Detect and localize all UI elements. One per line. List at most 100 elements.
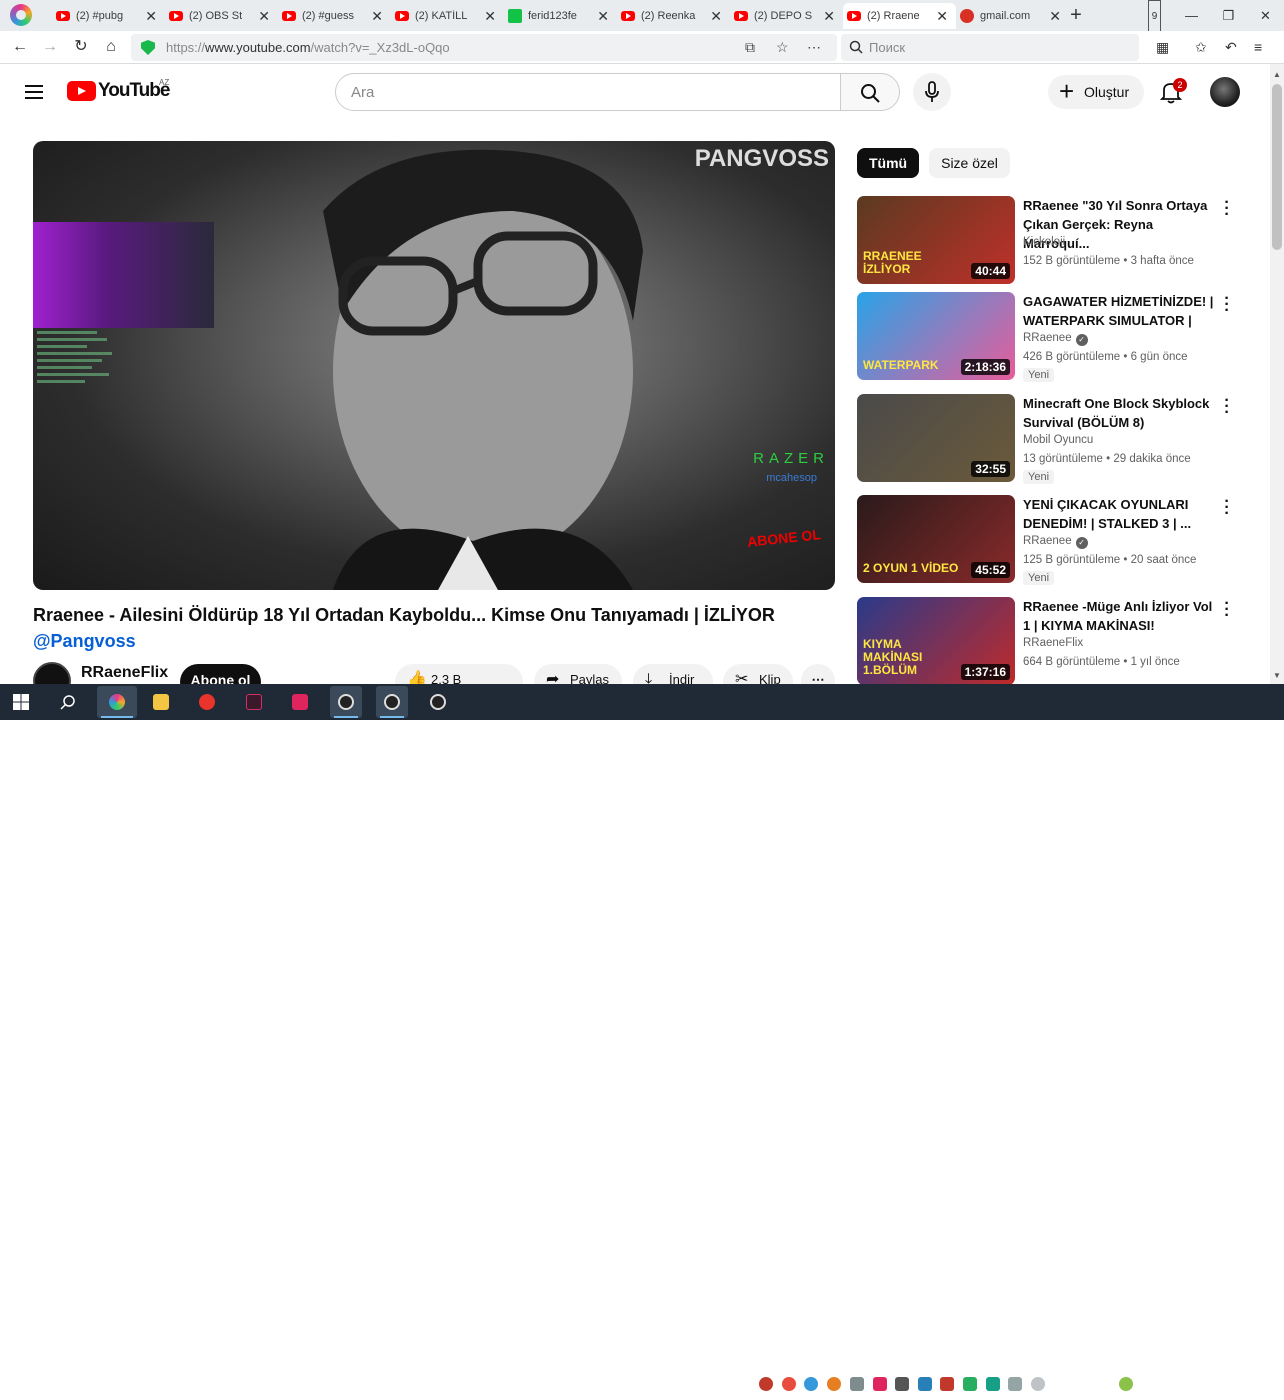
recommended-title[interactable]: Minecraft One Block Skyblock Survival (B… (1023, 394, 1219, 432)
tray-app-13-icon[interactable] (1119, 1377, 1133, 1391)
taskbar-obs-3[interactable] (422, 686, 454, 718)
channel-name[interactable]: RRaeneFlix (81, 664, 168, 682)
browser-tab[interactable]: (2) #pubg ✕ (52, 3, 165, 29)
video-thumbnail[interactable]: 32:55 (857, 394, 1015, 482)
chip-for-you[interactable]: Size özel (929, 148, 1010, 178)
more-options-icon[interactable]: · · · (1219, 291, 1235, 319)
scroll-up-icon[interactable]: ▲ (1273, 70, 1281, 79)
url-text[interactable]: https://www.youtube.com/watch?v=_Xz3dL-o… (166, 40, 450, 55)
history-icon[interactable]: ↶ (1225, 39, 1237, 56)
browser-tab[interactable]: (2) Rraene ✕ (843, 3, 956, 29)
recommended-title[interactable]: YENİ ÇIKACAK OYUNLARI DENEDİM! | STALKED… (1023, 495, 1219, 533)
video-thumbnail[interactable]: 2 OYUN 1 VİDEO 45:52 (857, 495, 1015, 583)
tray-app-2-icon[interactable] (804, 1377, 818, 1391)
start-button[interactable] (5, 686, 37, 718)
wifi-icon[interactable]: ◠ (1054, 1377, 1068, 1391)
taskbar-clock[interactable]: 13:29 10.11.2025 (1176, 1370, 1230, 1400)
bookmark-star-icon[interactable]: ☆ (776, 39, 789, 56)
menu-icon[interactable]: ≡ (1254, 39, 1262, 55)
tab-close-icon[interactable]: ✕ (258, 8, 270, 25)
tab-close-icon[interactable]: ✕ (710, 8, 722, 25)
chip-all[interactable]: Tümü (857, 148, 920, 178)
tray-app-1-icon[interactable] (759, 1377, 773, 1391)
recommended-channel[interactable]: RRaenee ✓ (1023, 535, 1088, 549)
tray-app-9-icon[interactable] (963, 1377, 977, 1391)
recommended-channel[interactable]: RRaeneFlix (1023, 637, 1083, 649)
translate-icon[interactable]: ⧉ (745, 39, 755, 56)
video-thumbnail[interactable]: KIYMA MAKİNASI 1.BÖLÜM 1:37:16 (857, 597, 1015, 685)
collections-icon[interactable]: ▦ (1156, 39, 1169, 56)
taskbar-file-explorer[interactable] (145, 686, 177, 718)
recommended-video[interactable]: KIYMA MAKİNASI 1.BÖLÜM 1:37:16 RRaenee -Mü… (857, 596, 1257, 685)
tray-app-11-icon[interactable] (1008, 1377, 1022, 1391)
browser-tab[interactable]: (2) #guess ✕ (278, 3, 391, 29)
tray-app-7-icon[interactable] (918, 1377, 932, 1391)
tab-close-icon[interactable]: ✕ (371, 8, 383, 25)
browser-search-input[interactable]: Поиск (841, 34, 1139, 61)
recommended-video[interactable]: 2 OYUN 1 VİDEO 45:52 YENİ ÇIKACAK OYUNLARI… (857, 494, 1257, 585)
minimize-icon[interactable]: — (1173, 0, 1210, 31)
tray-app-5-icon[interactable] (873, 1377, 887, 1391)
more-dots-icon[interactable]: ⋯ (807, 39, 821, 56)
browser-tab[interactable]: (2) Reenka ✕ (617, 3, 730, 29)
more-options-icon[interactable]: · · · (1219, 596, 1235, 624)
recommended-title[interactable]: RRaenee -Müge Anlı İzliyor Vol 1 | KIYMA… (1023, 597, 1219, 635)
maximize-icon[interactable]: ❐ (1210, 0, 1247, 31)
tray-app-12-icon[interactable] (1031, 1377, 1045, 1391)
tab-close-icon[interactable]: ✕ (484, 8, 496, 25)
tray-app-10-icon[interactable] (986, 1377, 1000, 1391)
forward-icon[interactable]: → (41, 38, 59, 56)
browser-tab[interactable]: (2) KATİLL ✕ (391, 3, 504, 29)
video-thumbnail[interactable]: WATERPARK 2:18:36 (857, 292, 1015, 380)
scrollbar-thumb[interactable] (1272, 84, 1282, 250)
page-scrollbar[interactable]: ▲ ▼ (1270, 64, 1284, 684)
recommended-title[interactable]: GAGAWATER HİZMETİNİZDE! | WATERPARK SIMU… (1023, 292, 1219, 330)
browser-tab[interactable]: ferid123fe ✕ (504, 3, 617, 29)
scroll-down-icon[interactable]: ▼ (1273, 671, 1281, 680)
browser-tab[interactable]: (2) DEPO S ✕ (730, 3, 843, 29)
tab-close-icon[interactable]: ✕ (1049, 8, 1061, 25)
youtube-search-button[interactable] (840, 73, 900, 111)
tab-close-icon[interactable]: ✕ (823, 8, 835, 25)
tab-close-icon[interactable]: ✕ (936, 8, 948, 25)
tray-app-4-icon[interactable] (850, 1377, 864, 1391)
user-avatar[interactable] (1210, 77, 1240, 107)
recommended-video[interactable]: RRAENEE İZLİYOR 40:44 RRaenee "30 Yıl Sonr… (857, 195, 1257, 284)
volume-icon[interactable]: ◁ (1074, 1377, 1088, 1391)
tray-app-6-icon[interactable] (895, 1377, 909, 1391)
battery-icon[interactable] (1096, 1379, 1110, 1389)
browser-tab[interactable]: gmail.com ✕ (956, 3, 1069, 29)
recommended-video[interactable]: 32:55 Minecraft One Block Skyblock Surviv… (857, 393, 1257, 484)
favorites-icon[interactable]: ✩ (1195, 39, 1207, 56)
taskbar-yandex[interactable] (191, 686, 223, 718)
browser-logo-icon[interactable] (10, 4, 32, 26)
taskbar-search-button[interactable] (52, 686, 84, 718)
recommended-channel[interactable]: Mobil Oyuncu (1023, 434, 1093, 446)
address-bar[interactable]: https://www.youtube.com/watch?v=_Xz3dL-o… (131, 34, 837, 61)
hamburger-menu-icon[interactable] (25, 85, 43, 99)
taskbar-obs-1[interactable] (330, 686, 362, 718)
taskbar-record-app[interactable] (284, 686, 316, 718)
tab-close-icon[interactable]: ✕ (145, 8, 157, 25)
taskbar-obs-2[interactable] (376, 686, 408, 718)
tray-app-8-icon[interactable] (940, 1377, 954, 1391)
create-button[interactable]: Oluştur (1048, 75, 1144, 109)
browser-tab[interactable]: (2) OBS St ✕ (165, 3, 278, 29)
language-indicator[interactable]: ENG (1144, 1378, 1168, 1390)
recommended-channel[interactable]: Kickoloji (1023, 236, 1065, 248)
more-options-icon[interactable]: · · · (1219, 195, 1235, 223)
youtube-search-input[interactable]: Ara (335, 73, 841, 111)
taskbar-app-v[interactable] (238, 686, 270, 718)
new-tab-button[interactable]: + (1066, 4, 1086, 27)
taskbar-browser[interactable] (97, 686, 137, 718)
video-player[interactable]: PANGVOSS RAZER mcahesop ABONE OL (33, 141, 835, 590)
tray-record-icon[interactable] (782, 1377, 796, 1391)
tab-counter[interactable]: 9 (1136, 0, 1173, 33)
voice-search-button[interactable] (913, 73, 951, 111)
video-hashtag-link[interactable]: @Pangvoss (33, 631, 136, 652)
recommended-video[interactable]: WATERPARK 2:18:36 GAGAWATER HİZMETİNİZDE! … (857, 291, 1257, 382)
more-options-icon[interactable]: · · · (1219, 393, 1235, 421)
more-options-icon[interactable]: · · · (1219, 494, 1235, 522)
reload-icon[interactable]: ↻ (72, 38, 90, 56)
notification-center-icon[interactable] (1243, 1376, 1261, 1391)
